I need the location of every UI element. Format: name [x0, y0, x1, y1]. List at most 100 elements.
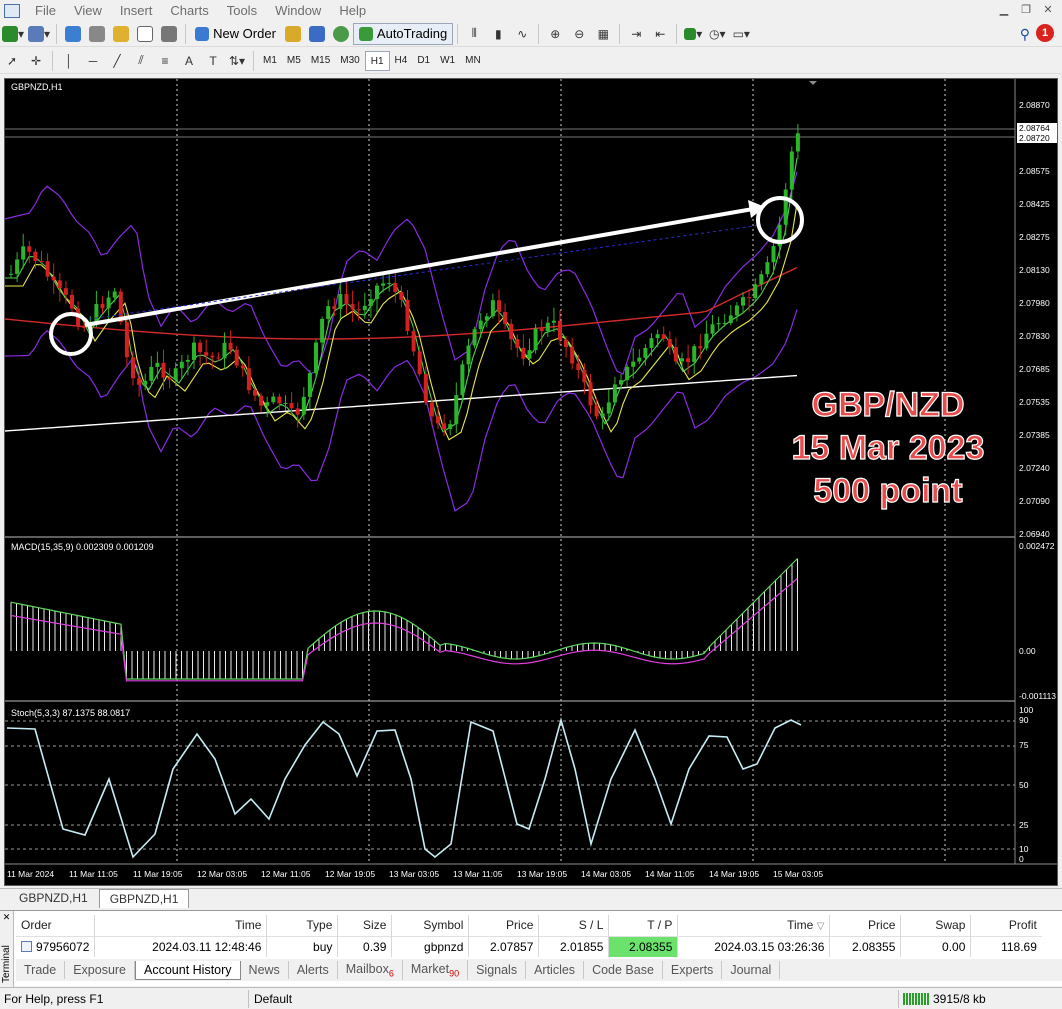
profiles-icon[interactable]: ▾ — [28, 24, 50, 44]
candlestick-icon[interactable]: ▮ — [488, 24, 508, 44]
terminal-close-icon[interactable]: ✕ — [0, 911, 13, 923]
timeframe-w1[interactable]: W1 — [435, 51, 460, 71]
cursor-icon[interactable]: ➚ — [2, 51, 22, 71]
tab-signals[interactable]: Signals — [468, 961, 527, 979]
col-symbol[interactable]: Symbol — [391, 915, 470, 936]
autotrading-button[interactable]: AutoTrading — [352, 22, 454, 45]
line-chart-icon[interactable]: ∿ — [512, 24, 532, 44]
candle-body — [509, 323, 514, 340]
menu-tools[interactable]: Tools — [218, 0, 266, 21]
chart-window[interactable]: GBPNZD,H1 2.08870 2.08575 2.08425 2.0827… — [4, 78, 1058, 886]
candle-body — [612, 384, 617, 403]
notification-badge[interactable]: 1 — [1036, 24, 1054, 42]
menu-view[interactable]: View — [65, 0, 111, 21]
close-icon[interactable]: ✕ — [1040, 3, 1056, 17]
table-row[interactable]: 97956072 2024.03.11 12:48:46 buy 0.39 gb… — [16, 936, 1042, 957]
tab-journal[interactable]: Journal — [722, 961, 781, 979]
text-icon[interactable]: A — [179, 51, 199, 71]
cell-profit: 118.69 — [1001, 939, 1037, 954]
tab-articles[interactable]: Articles — [526, 961, 585, 979]
zoom-out-icon[interactable]: ⊖ — [569, 24, 589, 44]
timeframe-m30[interactable]: M30 — [335, 51, 364, 71]
chart-tab[interactable]: GBPNZD,H1 — [8, 888, 99, 908]
menu-file[interactable]: File — [26, 0, 65, 21]
candle-body — [9, 273, 13, 275]
col-sl[interactable]: S / L — [538, 915, 610, 936]
terminal-icon[interactable] — [135, 24, 155, 44]
candle-body — [448, 424, 453, 430]
col-time[interactable]: Time — [94, 915, 268, 936]
bar-chart-icon[interactable]: ⫴ — [464, 24, 484, 44]
menu-help[interactable]: Help — [330, 0, 375, 21]
data-window-icon[interactable] — [87, 24, 107, 44]
time-tick: 14 Mar 19:05 — [709, 869, 759, 879]
col-size[interactable]: Size — [337, 915, 393, 936]
col-close-price[interactable]: Price — [829, 915, 902, 936]
chart-canvas[interactable]: GBPNZD,H1 2.08870 2.08575 2.08425 2.0827… — [5, 79, 1057, 885]
tab-alerts[interactable]: Alerts — [289, 961, 338, 979]
cell-type: buy — [266, 936, 339, 957]
horizontal-line-icon[interactable]: ─ — [83, 51, 103, 71]
crosshair-icon[interactable]: ✛ — [26, 51, 46, 71]
candle-body — [570, 347, 575, 364]
arrows-icon[interactable]: ⇅▾ — [227, 51, 247, 71]
tab-trade[interactable]: Trade — [16, 961, 66, 979]
tab-news[interactable]: News — [241, 961, 289, 979]
fibonacci-icon[interactable]: ≡ — [155, 51, 175, 71]
chart-shift-marker[interactable] — [809, 81, 817, 85]
timeframe-m15[interactable]: M15 — [306, 51, 335, 71]
options-icon[interactable] — [307, 24, 327, 44]
trendline-icon[interactable]: ╱ — [107, 51, 127, 71]
zoom-in-icon[interactable]: ⊕ — [545, 24, 565, 44]
navigator-icon[interactable] — [111, 24, 131, 44]
tab-code-base[interactable]: Code Base — [584, 961, 663, 979]
menu-window[interactable]: Window — [266, 0, 330, 21]
col-profit[interactable]: Profit — [971, 915, 1042, 936]
candle-body — [692, 346, 697, 363]
col-tp[interactable]: T / P — [608, 915, 679, 936]
new-order-button[interactable]: New Order — [190, 23, 281, 45]
menu-insert[interactable]: Insert — [111, 0, 162, 21]
tab-exposure[interactable]: Exposure — [65, 961, 136, 979]
signal-icon[interactable] — [331, 24, 351, 44]
tile-windows-icon[interactable]: ▦ — [593, 24, 613, 44]
new-chart-icon[interactable]: ▾ — [2, 24, 24, 44]
autoscroll-icon[interactable]: ⇥ — [626, 24, 646, 44]
market-watch-icon[interactable] — [63, 24, 83, 44]
equidistant-channel-icon[interactable]: ⫽ — [131, 51, 151, 71]
col-swap[interactable]: Swap — [900, 915, 972, 936]
col-type[interactable]: Type — [266, 915, 339, 936]
tab-market[interactable]: Market90 — [403, 959, 469, 981]
menu-charts[interactable]: Charts — [161, 0, 217, 21]
text-label-icon[interactable]: T — [203, 51, 223, 71]
periods-icon[interactable]: ◷▾ — [707, 24, 727, 44]
col-order[interactable]: Order — [16, 915, 96, 936]
timeframe-h4[interactable]: H4 — [390, 51, 413, 71]
search-icon[interactable]: ⚲ — [1020, 26, 1030, 43]
candle-body — [295, 408, 300, 415]
col-price[interactable]: Price — [468, 915, 540, 936]
restore-icon[interactable]: ❐ — [1018, 3, 1034, 17]
templates-icon[interactable]: ▭▾ — [731, 24, 751, 44]
col-close-time[interactable]: Time ▽ — [677, 915, 831, 936]
timeframe-mn[interactable]: MN — [460, 51, 486, 71]
vertical-line-icon[interactable]: │ — [59, 51, 79, 71]
candle-body — [399, 291, 404, 300]
tab-label: Articles — [534, 963, 576, 977]
indicators-icon[interactable]: ▾ — [683, 24, 703, 44]
candle-body — [625, 366, 630, 381]
tab-account-history[interactable]: Account History — [135, 960, 241, 980]
tab-experts[interactable]: Experts — [663, 961, 723, 979]
chart-shift-icon[interactable]: ⇤ — [650, 24, 670, 44]
timeframe-m1[interactable]: M1 — [258, 51, 282, 71]
chart-tab-active[interactable]: GBPNZD,H1 — [98, 889, 190, 908]
timeframe-m5[interactable]: M5 — [282, 51, 306, 71]
candle-body — [112, 291, 117, 298]
tab-mailbox[interactable]: Mailbox6 — [338, 959, 403, 981]
timeframe-h1[interactable]: H1 — [364, 50, 390, 71]
minimize-icon[interactable]: ▁ — [996, 3, 1012, 17]
tester-icon[interactable] — [159, 24, 179, 44]
timeframe-d1[interactable]: D1 — [412, 51, 435, 71]
meta-editor-icon[interactable] — [283, 24, 303, 44]
history-table: Order Time Type Size Symbol Price S / L … — [16, 915, 1042, 957]
